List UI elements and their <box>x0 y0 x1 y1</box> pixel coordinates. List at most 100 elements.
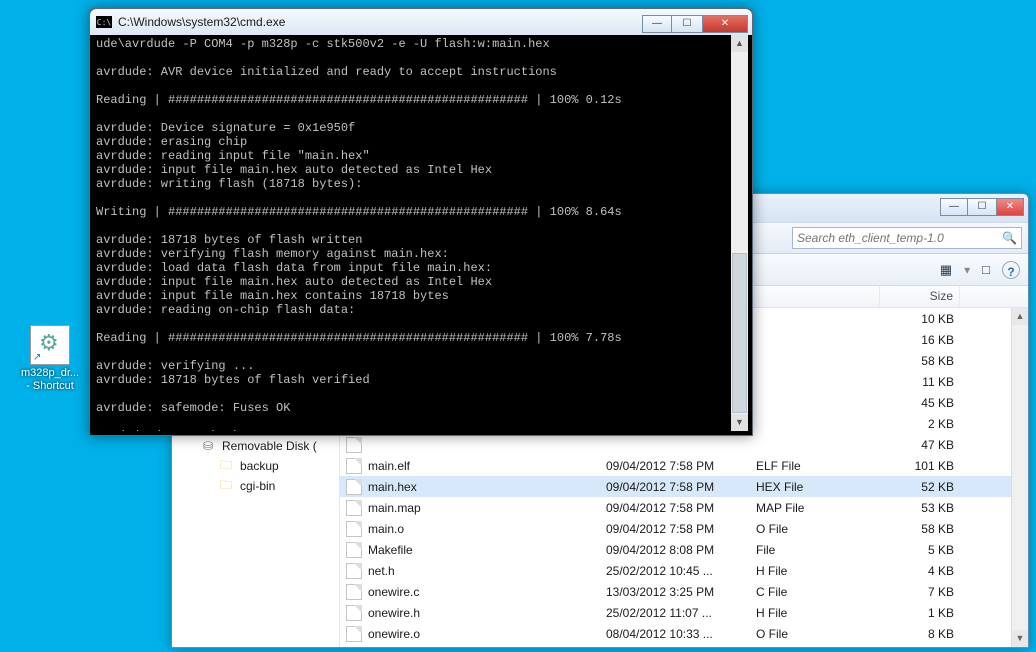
nav-folder-cgibin[interactable]: 🗀cgi-bin <box>182 476 339 496</box>
file-size: 58 KB <box>880 522 960 536</box>
cmd-icon: C:\ <box>96 16 112 28</box>
file-size: 47 KB <box>880 438 960 452</box>
removable-disk-icon: ⛁ <box>200 438 216 454</box>
folder-icon: 🗀 <box>218 478 234 494</box>
file-type: File <box>750 543 880 557</box>
file-name: Makefile <box>368 543 413 557</box>
file-type: H File <box>750 606 880 620</box>
file-size: 53 KB <box>880 501 960 515</box>
file-icon <box>346 626 362 642</box>
file-name: main.hex <box>368 480 417 494</box>
file-icon <box>346 500 362 516</box>
file-icon <box>346 542 362 558</box>
search-icon[interactable]: 🔍 <box>1002 231 1017 245</box>
file-size: 7 KB <box>880 585 960 599</box>
file-type: O File <box>750 522 880 536</box>
search-box[interactable]: 🔍 <box>792 227 1022 249</box>
file-type: MAP File <box>750 501 880 515</box>
file-icon <box>346 563 362 579</box>
file-size: 58 KB <box>880 354 960 368</box>
file-size: 11 KB <box>880 375 960 389</box>
file-date: 09/04/2012 7:58 PM <box>600 522 750 536</box>
maximize-button[interactable]: ☐ <box>968 198 996 216</box>
file-size: 1 KB <box>880 606 960 620</box>
desktop-shortcut-m328p[interactable]: m328p_dr... - Shortcut <box>18 325 82 393</box>
file-type: HEX File <box>750 480 880 494</box>
file-type: ELF File <box>750 459 880 473</box>
cmd-scrollbar[interactable]: ▲ ▼ <box>731 35 748 431</box>
scroll-down-icon[interactable]: ▼ <box>1012 630 1028 647</box>
file-row[interactable]: Makefile 09/04/2012 8:08 PMFile5 KB <box>340 539 1028 560</box>
file-date: 09/04/2012 7:58 PM <box>600 459 750 473</box>
scroll-down-icon[interactable]: ▼ <box>731 414 748 431</box>
shortcut-label-2: - Shortcut <box>18 380 82 393</box>
file-row[interactable]: main.o 09/04/2012 7:58 PMO File58 KB <box>340 518 1028 539</box>
file-row[interactable]: onewire.o 08/04/2012 10:33 ...O File8 KB <box>340 623 1028 644</box>
file-row[interactable]: main.hex 09/04/2012 7:58 PMHEX File52 KB <box>340 476 1028 497</box>
file-row[interactable]: README06/04/2012 12:51 ...Chrome HTML Do… <box>340 644 1028 647</box>
file-size: 101 KB <box>880 459 960 473</box>
file-date: 08/04/2012 10:33 ... <box>600 627 750 641</box>
file-icon <box>346 479 362 495</box>
file-size: 16 KB <box>880 333 960 347</box>
file-name: onewire.o <box>368 627 420 641</box>
file-icon <box>346 458 362 474</box>
close-button[interactable]: ✕ <box>996 198 1024 216</box>
cmd-output[interactable]: ude\avrdude -P COM4 -p m328p -c stk500v2… <box>94 35 748 431</box>
file-icon <box>346 647 362 648</box>
file-type: C File <box>750 585 880 599</box>
file-icon <box>346 605 362 621</box>
cmd-titlebar[interactable]: C:\ C:\Windows\system32\cmd.exe — ☐ ✕ <box>90 9 752 35</box>
file-row[interactable]: main.map 09/04/2012 7:58 PMMAP File53 KB <box>340 497 1028 518</box>
file-row[interactable]: main.elf 09/04/2012 7:58 PMELF File101 KB <box>340 455 1028 476</box>
file-icon <box>346 584 362 600</box>
cmd-window: C:\ C:\Windows\system32\cmd.exe — ☐ ✕ ud… <box>89 8 753 436</box>
file-date: 09/04/2012 7:58 PM <box>600 480 750 494</box>
file-name: onewire.c <box>368 585 419 599</box>
file-row[interactable]: onewire.h 25/02/2012 11:07 ...H File1 KB <box>340 602 1028 623</box>
close-button[interactable]: ✕ <box>702 15 748 33</box>
file-size: 52 KB <box>880 480 960 494</box>
folder-icon: 🗀 <box>218 458 234 474</box>
gear-shortcut-icon <box>30 325 70 365</box>
file-row[interactable]: 47 KB <box>340 434 1028 455</box>
scroll-up-icon[interactable]: ▲ <box>1012 308 1028 325</box>
file-icon <box>346 521 362 537</box>
file-name: main.o <box>368 522 404 536</box>
file-name: onewire.h <box>368 606 420 620</box>
file-size: 8 KB <box>880 627 960 641</box>
file-date: 25/02/2012 11:07 ... <box>600 606 750 620</box>
nav-folder-backup[interactable]: 🗀backup <box>182 456 339 476</box>
nav-removable-disk[interactable]: ⛁Removable Disk ( <box>182 436 339 456</box>
minimize-button[interactable]: — <box>642 15 672 33</box>
file-row[interactable]: onewire.c 13/03/2012 3:25 PMC File7 KB <box>340 581 1028 602</box>
file-type: O File <box>750 627 880 641</box>
col-size[interactable]: Size <box>880 286 960 307</box>
maximize-button[interactable]: ☐ <box>672 15 702 33</box>
file-size: 4 KB <box>880 564 960 578</box>
col-type[interactable] <box>750 286 880 307</box>
file-name: main.elf <box>368 459 410 473</box>
cmd-title: C:\Windows\system32\cmd.exe <box>118 15 642 29</box>
file-name: main.map <box>368 501 421 515</box>
shortcut-label-1: m328p_dr... <box>18 367 82 380</box>
file-size: 2 KB <box>880 417 960 431</box>
file-size: 5 KB <box>880 543 960 557</box>
file-date: 25/02/2012 10:45 ... <box>600 564 750 578</box>
file-row[interactable]: net.h 25/02/2012 10:45 ...H File4 KB <box>340 560 1028 581</box>
file-size: 10 KB <box>880 312 960 326</box>
file-date: 09/04/2012 7:58 PM <box>600 501 750 515</box>
file-date: 09/04/2012 8:08 PM <box>600 543 750 557</box>
preview-pane-button[interactable]: □ <box>978 260 994 279</box>
scroll-thumb[interactable] <box>732 253 747 413</box>
help-button[interactable]: ? <box>1002 261 1020 279</box>
search-input[interactable] <box>797 231 1002 245</box>
file-name: net.h <box>368 564 395 578</box>
file-size: 45 KB <box>880 396 960 410</box>
scroll-up-icon[interactable]: ▲ <box>731 35 748 52</box>
view-options-button[interactable]: ▦ <box>936 260 956 280</box>
file-list-scrollbar[interactable]: ▲ ▼ <box>1011 308 1028 647</box>
file-date: 13/03/2012 3:25 PM <box>600 585 750 599</box>
file-type: H File <box>750 564 880 578</box>
minimize-button[interactable]: — <box>940 198 968 216</box>
